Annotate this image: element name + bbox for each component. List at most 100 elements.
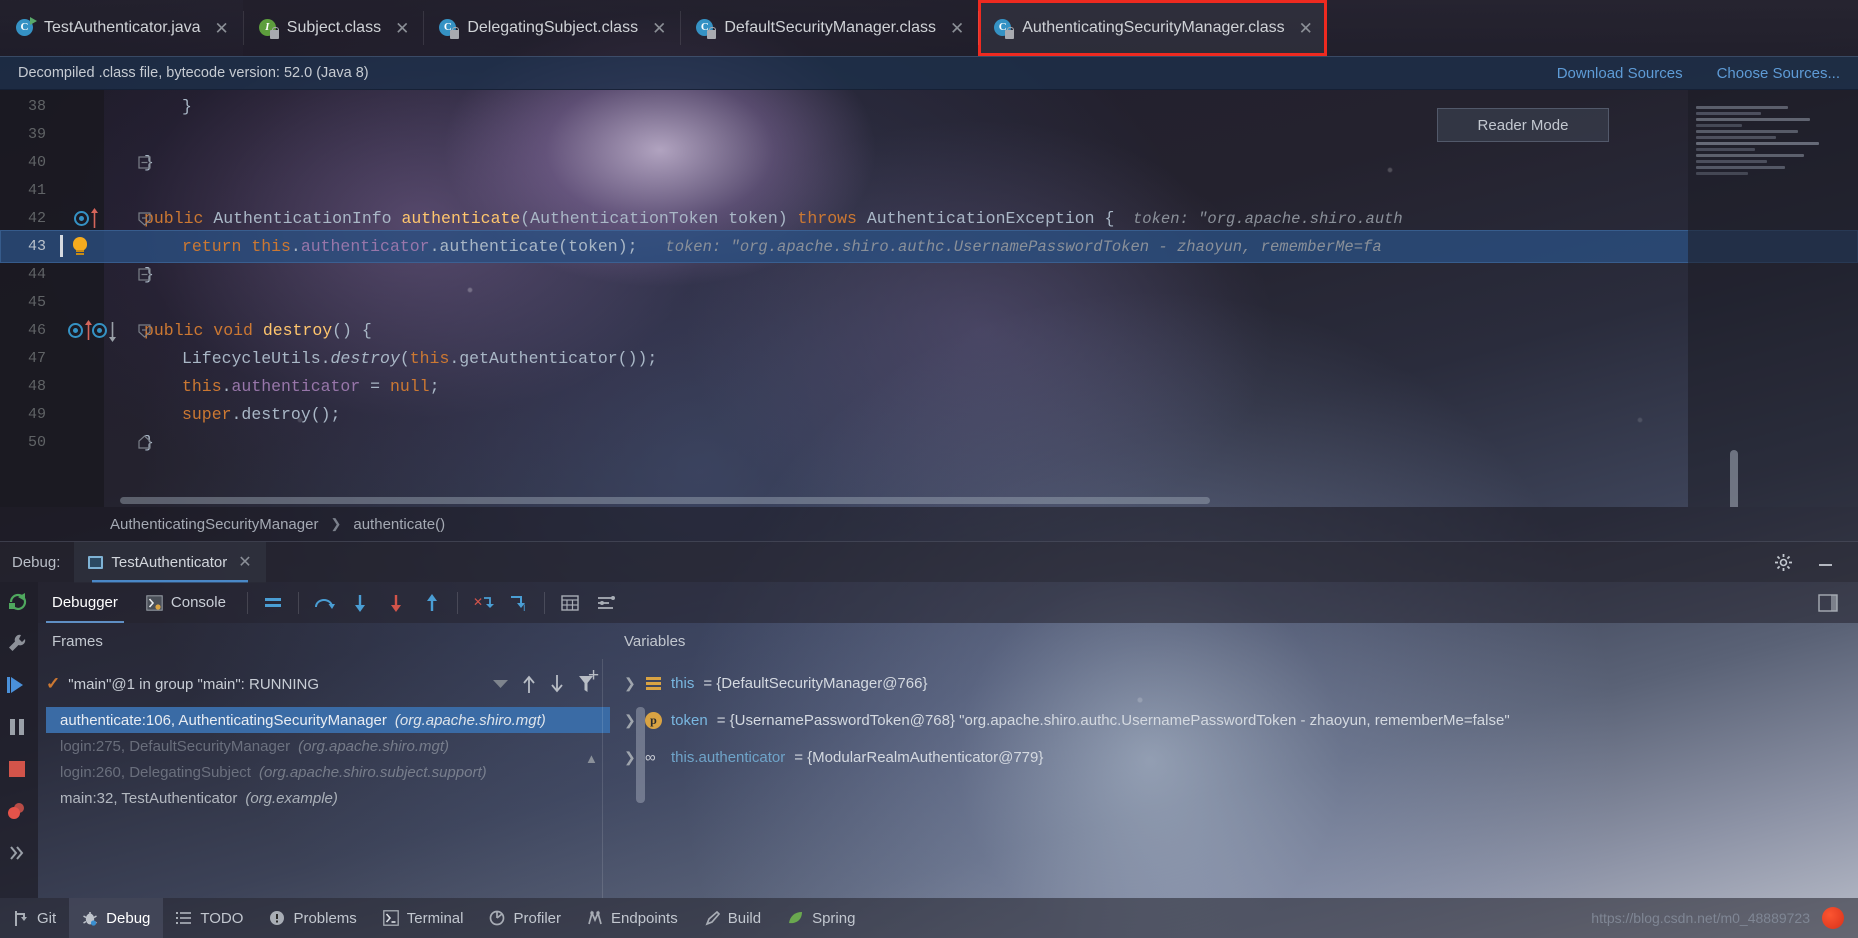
editor-tab-defaultsecuritymanager[interactable]: C DefaultSecurityManager.class ✕ — [680, 0, 979, 56]
force-step-into-icon[interactable] — [378, 582, 414, 623]
status-bar: Git Debug TODO Problems Terminal Profile… — [0, 898, 1858, 938]
chevron-right-icon[interactable]: ❯ — [624, 675, 636, 692]
variable-value: = {DefaultSecurityManager@766} — [703, 674, 928, 692]
status-item-git[interactable]: Git — [0, 898, 69, 938]
fold-collapse-icon[interactable] — [137, 155, 153, 171]
frame-method: login:260, DelegatingSubject — [60, 763, 251, 781]
fold-collapse-icon[interactable] — [137, 323, 153, 339]
implementing-method-icon[interactable] — [74, 211, 89, 226]
editor-tab-authenticatingsecuritymanager[interactable]: C AuthenticatingSecurityManager.class ✕ — [978, 0, 1327, 56]
step-into-icon[interactable] — [342, 582, 378, 623]
fold-collapse-icon[interactable] — [137, 211, 153, 227]
debug-bug-icon — [82, 910, 98, 927]
drop-frame-icon[interactable]: ✕ — [465, 582, 501, 623]
run-to-cursor-icon[interactable]: I — [501, 582, 537, 623]
close-icon[interactable]: ✕ — [238, 552, 251, 572]
frame-package: (org.apache.shiro.mgt) — [298, 737, 450, 755]
java-class-icon: C — [16, 16, 37, 38]
variable-row-token[interactable]: ❯ p token = {UsernamePasswordToken@768} … — [624, 706, 1510, 734]
step-over-icon[interactable] — [306, 582, 342, 623]
settings-gear-icon[interactable] — [1774, 553, 1816, 572]
frame-row-2[interactable]: login:260, DelegatingSubject (org.apache… — [46, 759, 610, 785]
overriding-method-icon[interactable] — [68, 323, 83, 338]
close-icon[interactable]: ✕ — [652, 20, 666, 37]
frame-row-0[interactable]: authenticate:106, AuthenticatingSecurity… — [46, 707, 610, 733]
reader-mode-button[interactable]: Reader Mode — [1437, 108, 1609, 142]
code-line-50: 50 } — [0, 426, 1858, 459]
build-hammer-icon — [704, 910, 720, 926]
chevron-right-icon[interactable]: ❯ — [624, 749, 636, 766]
close-icon[interactable]: ✕ — [215, 20, 229, 37]
arrow-down-icon[interactable] — [550, 674, 564, 694]
line-number: 47 — [27, 350, 46, 367]
step-out-icon[interactable] — [414, 582, 450, 623]
pause-program-icon[interactable] — [6, 716, 32, 742]
class-locked-icon: C — [994, 18, 1015, 39]
code-text: super.destroy(); — [182, 405, 341, 424]
fold-expand-icon[interactable] — [137, 435, 153, 451]
choose-sources-link[interactable]: Choose Sources... — [1717, 65, 1840, 82]
line-number: 39 — [27, 126, 46, 143]
editor-horizontal-scrollbar[interactable] — [120, 496, 1300, 505]
fold-collapse-icon[interactable] — [137, 267, 153, 283]
arrow-up-icon[interactable] — [522, 674, 536, 694]
csdn-logo-icon — [1822, 907, 1844, 929]
implemented-method-icon[interactable] — [92, 323, 107, 338]
class-locked-icon: C — [439, 18, 460, 39]
add-watch-icon[interactable]: + — [588, 665, 599, 687]
frames-pane[interactable]: ✓ "main"@1 in group "main": RUNNING auth… — [38, 659, 645, 898]
debug-session-tab[interactable]: TestAuthenticator ✕ — [74, 541, 266, 583]
rerun-icon[interactable] — [6, 590, 32, 616]
editor-tab-subject[interactable]: I Subject.class ✕ — [242, 0, 424, 56]
download-sources-link[interactable]: Download Sources — [1557, 65, 1683, 82]
debug-tool-window: Debug: TestAuthenticator ✕ Debugger Cons… — [0, 541, 1858, 898]
status-item-debug[interactable]: Debug — [69, 898, 164, 938]
variables-pane[interactable]: + ▲ ❯ this = {DefaultSecurityManager@766… — [585, 659, 1858, 898]
resume-program-icon[interactable] — [6, 674, 32, 700]
settings-list-icon[interactable] — [588, 582, 624, 623]
close-icon[interactable]: ✕ — [395, 20, 409, 37]
wrench-settings-icon[interactable] — [6, 632, 32, 658]
tab-debugger[interactable]: Debugger — [38, 582, 132, 623]
chevron-right-icon[interactable]: ❯ — [624, 712, 636, 729]
chevron-down-icon[interactable] — [493, 679, 508, 689]
intention-bulb-icon[interactable] — [72, 237, 88, 256]
show-execution-point-icon[interactable] — [255, 582, 291, 623]
layout-settings-icon[interactable] — [1810, 582, 1846, 623]
status-item-endpoints[interactable]: Endpoints — [574, 898, 691, 938]
breadcrumb-class[interactable]: AuthenticatingSecurityManager — [110, 516, 318, 533]
stop-program-icon[interactable] — [6, 758, 32, 784]
evaluate-expression-icon[interactable] — [552, 582, 588, 623]
status-item-terminal[interactable]: Terminal — [370, 898, 477, 938]
breadcrumb[interactable]: AuthenticatingSecurityManager ❯ authenti… — [0, 507, 1858, 541]
status-item-problems[interactable]: Problems — [256, 898, 369, 938]
status-item-build[interactable]: Build — [691, 898, 774, 938]
status-item-profiler[interactable]: Profiler — [476, 898, 574, 938]
tab-label: Debugger — [52, 594, 118, 611]
editor-tab-testauthenticator[interactable]: C TestAuthenticator.java ✕ — [0, 0, 243, 56]
variable-row-this[interactable]: ❯ this = {DefaultSecurityManager@766} — [624, 669, 927, 697]
close-icon[interactable]: ✕ — [950, 20, 964, 37]
expand-actions-icon[interactable] — [6, 842, 32, 868]
pane-divider[interactable] — [602, 659, 603, 898]
status-label: Problems — [293, 909, 357, 927]
frame-row-1[interactable]: login:275, DefaultSecurityManager (org.a… — [46, 733, 610, 759]
collapse-triangle-icon[interactable]: ▲ — [585, 751, 598, 766]
editor-vertical-scrollbar[interactable] — [1730, 450, 1738, 507]
code-editor[interactable]: 38 } 39 40 } 41 42 public Authentication… — [0, 90, 1858, 507]
breadcrumb-method[interactable]: authenticate() — [353, 516, 445, 533]
editor-tab-delegatingsubject[interactable]: C DelegatingSubject.class ✕ — [423, 0, 681, 56]
status-item-spring[interactable]: Spring — [774, 898, 868, 938]
line-number: 38 — [27, 98, 46, 115]
variable-value: = {ModularRealmAuthenticator@779} — [794, 748, 1044, 766]
code-minimap[interactable] — [1688, 90, 1858, 507]
variable-row-this-authenticator[interactable]: ❯ ∞ this.authenticator = {ModularRealmAu… — [624, 743, 1043, 771]
close-icon[interactable]: ✕ — [1299, 20, 1313, 37]
minimize-icon[interactable] — [1816, 553, 1858, 572]
view-breakpoints-icon[interactable] — [6, 800, 32, 826]
frame-row-3[interactable]: main:32, TestAuthenticator (org.example) — [46, 785, 610, 811]
tab-console[interactable]: Console — [132, 582, 240, 623]
status-item-todo[interactable]: TODO — [163, 898, 256, 938]
thread-selector[interactable]: ✓ "main"@1 in group "main": RUNNING — [46, 669, 486, 699]
status-bar-right: https://blog.csdn.net/m0_48889723 — [1591, 907, 1858, 929]
